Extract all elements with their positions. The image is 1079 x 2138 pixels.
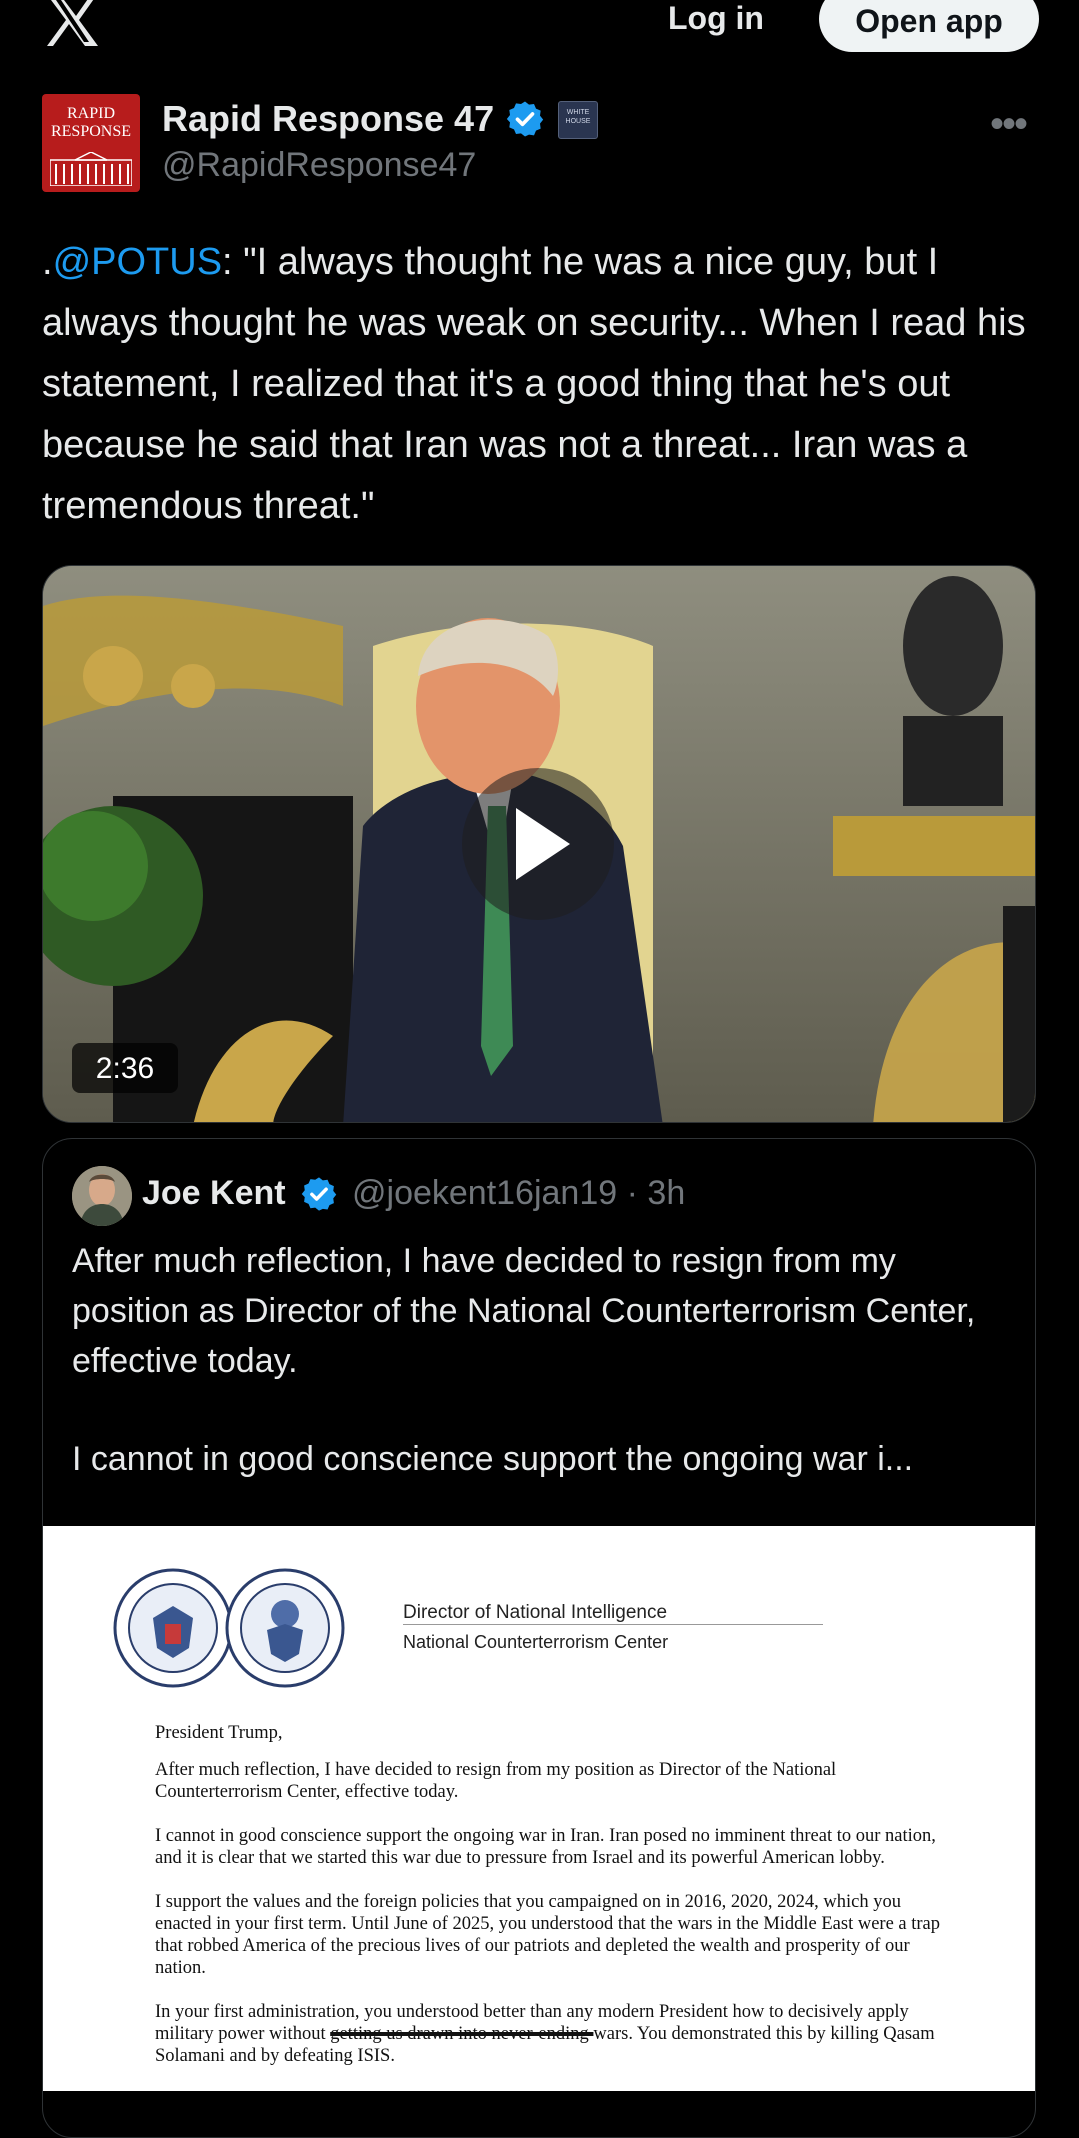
play-icon bbox=[516, 808, 570, 880]
letter-image[interactable]: Director of National Intelligence Nation… bbox=[43, 1526, 1035, 2091]
letter-divider bbox=[403, 1624, 823, 1625]
quoted-meta: @joekent16jan19 · 3h bbox=[352, 1174, 685, 1213]
quoted-time[interactable]: 3h bbox=[647, 1174, 685, 1212]
play-button[interactable] bbox=[462, 768, 614, 920]
letter-para-4-strike: getting us drawn into never-ending bbox=[330, 2024, 594, 2044]
tweet-text-body: : "I always thought he was a nice guy, b… bbox=[42, 241, 1026, 527]
video-duration: 2:36 bbox=[72, 1043, 178, 1093]
nctc-seal-icon bbox=[225, 1568, 345, 1688]
login-link[interactable]: Log in bbox=[668, 0, 764, 37]
verified-badge-icon bbox=[506, 101, 544, 137]
tweet-text-prefix: . bbox=[42, 241, 53, 283]
more-options-icon[interactable]: ••• bbox=[990, 102, 1028, 147]
letter-para-1: After much reflection, I have decided to… bbox=[155, 1760, 837, 1802]
letter-para-4: In your first administration, you unders… bbox=[155, 2001, 955, 2067]
quoted-text-para2: I cannot in good conscience support the … bbox=[72, 1440, 914, 1478]
quoted-handle[interactable]: @joekent16jan19 bbox=[352, 1174, 617, 1212]
letter-para-2: I cannot in good conscience support the … bbox=[155, 1826, 936, 1868]
quoted-avatar[interactable] bbox=[72, 1166, 132, 1226]
mention-link[interactable]: @POTUS bbox=[53, 241, 222, 283]
quoted-text-para1: After much reflection, I have decided to… bbox=[72, 1242, 976, 1380]
author-handle[interactable]: @RapidResponse47 bbox=[162, 146, 476, 185]
avatar-logo-text: RAPID bbox=[66, 105, 115, 122]
letter-org-2: National Counterterrorism Center bbox=[403, 1632, 669, 1652]
avatar-logo-text-2: RESPONSE bbox=[50, 123, 132, 140]
author-name[interactable]: Rapid Response 47 bbox=[162, 98, 494, 140]
white-house-icon bbox=[50, 152, 132, 186]
letter-body: President Trump, After much reflection, … bbox=[155, 1722, 955, 2089]
x-logo-icon[interactable] bbox=[44, 0, 100, 46]
avatar[interactable]: RAPID RESPONSE bbox=[42, 94, 140, 192]
letter-org-1: Director of National Intelligence bbox=[403, 1602, 668, 1623]
affiliation-badge-icon[interactable]: WHITE HOUSE bbox=[558, 101, 598, 139]
meta-separator: · bbox=[626, 1174, 638, 1212]
odni-seal-icon bbox=[113, 1568, 233, 1688]
verified-badge-icon bbox=[301, 1177, 337, 1211]
quoted-author-name[interactable]: Joe Kent bbox=[142, 1174, 286, 1213]
quoted-avatar-image bbox=[72, 1166, 132, 1226]
letter-salutation: President Trump, bbox=[155, 1723, 283, 1743]
open-app-button[interactable]: Open app bbox=[819, 0, 1039, 52]
top-bar: Log in Open app bbox=[0, 0, 1079, 60]
tweet-text: .@POTUS: "I always thought he was a nice… bbox=[42, 232, 1042, 537]
letter-para-3: I support the values and the foreign pol… bbox=[155, 1892, 941, 1978]
